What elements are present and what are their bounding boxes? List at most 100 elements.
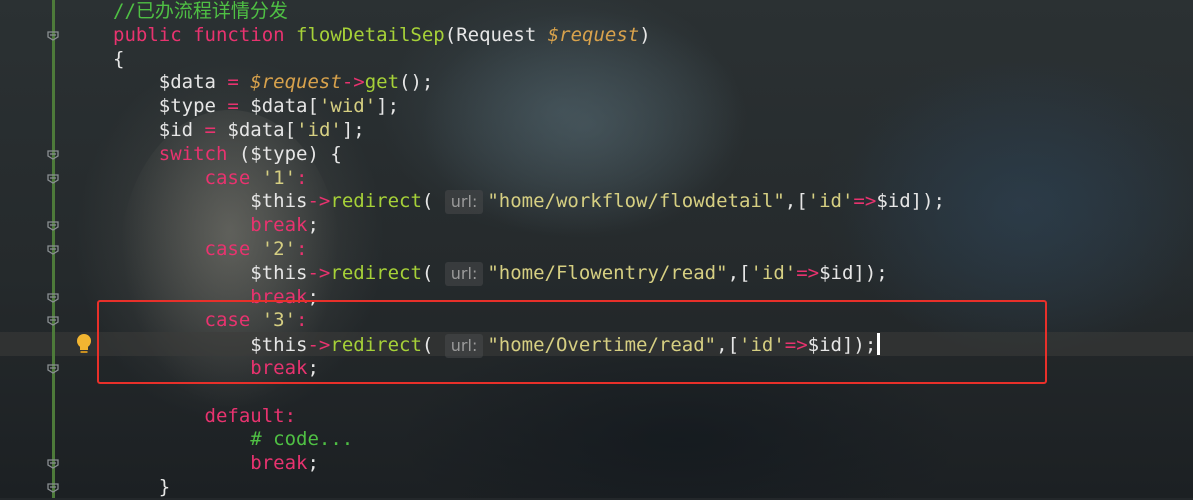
code-token: '1' (261, 166, 297, 189)
code-line[interactable] (113, 381, 945, 405)
code-line[interactable]: default: (113, 405, 945, 429)
code-token: "home/Flowentry/read" (487, 261, 728, 284)
fold-marker-icon[interactable] (47, 173, 59, 184)
code-token: : (296, 166, 308, 189)
code-token: case (204, 166, 262, 189)
code-token: ( (421, 261, 445, 284)
fold-marker-icon[interactable] (47, 221, 59, 231)
code-line[interactable]: $this->redirect( url: "home/Flowentry/rea… (113, 261, 945, 286)
code-line[interactable]: $id = $data['id']; (113, 119, 945, 143)
code-token: get (364, 71, 400, 94)
code-token: (); (399, 71, 434, 94)
code-token: //已办流程详情分发 (113, 0, 288, 22)
code-token: $request (250, 71, 342, 94)
code-line[interactable]: $type = $data['wid']; (113, 95, 945, 119)
code-token: -> (341, 71, 365, 94)
code-token: (Request (444, 23, 548, 46)
code-token: $id (158, 118, 205, 141)
code-token: } (158, 475, 171, 498)
code-token: -> (307, 261, 331, 284)
code-token: # code... (250, 428, 354, 451)
fold-marker-icon[interactable] (47, 483, 59, 493)
parameter-hint: url: (444, 190, 484, 215)
code-line[interactable]: $data = $request->get(); (113, 71, 945, 95)
code-token: -> (307, 190, 331, 213)
code-line[interactable]: # code... (113, 428, 945, 452)
code-token: $data[ (227, 118, 297, 141)
code-line[interactable]: { (113, 48, 945, 72)
code-line[interactable]: //已办流程详情分发 (113, 0, 945, 24)
code-token: => (796, 261, 820, 284)
fold-marker-icon[interactable] (47, 292, 59, 303)
code-line[interactable]: public function flowDetailSep(Request $r… (113, 24, 945, 48)
code-token: { (113, 47, 125, 70)
code-line[interactable]: break; (113, 214, 945, 238)
code-token: $data (158, 71, 228, 94)
code-token: = (227, 71, 251, 94)
code-token: switch (158, 142, 239, 165)
code-token: ,[ (784, 190, 808, 213)
code-line[interactable]: $this->redirect( url: "home/workflow/flow… (113, 190, 945, 215)
code-token: "home/workflow/flowdetail" (487, 190, 785, 213)
code-token: 'id' (750, 261, 797, 284)
code-line[interactable]: break; (113, 452, 945, 476)
code-token: $this (250, 190, 308, 213)
code-token: ; (307, 214, 319, 237)
code-line[interactable]: } (113, 476, 945, 500)
code-token: => (853, 190, 877, 213)
fold-marker-icon[interactable] (47, 150, 59, 160)
fold-marker-icon[interactable] (47, 364, 59, 374)
code-token: redirect (330, 261, 422, 284)
code-line[interactable]: case '1': (113, 167, 945, 191)
code-token: function (193, 23, 297, 46)
code-token: ,[ (727, 261, 751, 284)
code-line[interactable]: case '2': (113, 238, 945, 262)
fold-marker-icon[interactable] (47, 245, 59, 255)
code-token: $type (158, 95, 228, 118)
code-token: $id]); (876, 190, 945, 213)
code-token: redirect (330, 190, 422, 213)
code-token: case (204, 237, 262, 260)
code-token: ($type) { (238, 142, 342, 165)
code-token: = (227, 95, 251, 118)
code-token: flowDetailSep (296, 23, 445, 46)
code-token: 'wid' (318, 95, 377, 118)
code-area[interactable]: //已办流程详情分发 public function flowDetailSep(… (113, 0, 945, 500)
code-token: 'id' (296, 118, 342, 141)
code-token: : (296, 237, 308, 260)
code-token: '2' (261, 237, 297, 260)
code-token: ; (307, 452, 319, 475)
fold-marker-icon[interactable] (47, 31, 59, 41)
fold-marker-icon[interactable] (47, 459, 59, 469)
fold-marker-icon[interactable] (47, 316, 59, 327)
editor-gutter (0, 0, 100, 498)
code-token: $data[ (250, 95, 319, 118)
code-token: public (113, 23, 194, 46)
code-token: break (250, 214, 308, 237)
parameter-hint: url: (444, 261, 484, 286)
code-token: $this (250, 261, 308, 284)
annotation-highlight-box (97, 300, 1047, 384)
code-token: ]; (376, 95, 400, 118)
code-token: ) (639, 23, 651, 46)
code-token: ]; (341, 118, 365, 141)
code-token: $request (547, 23, 640, 46)
intention-bulb-icon[interactable] (73, 332, 95, 356)
code-token: = (204, 118, 228, 141)
code-token: ( (421, 190, 445, 213)
code-token: default: (204, 404, 297, 427)
code-token: $id]); (819, 261, 888, 284)
code-line[interactable]: switch ($type) { (113, 143, 945, 167)
